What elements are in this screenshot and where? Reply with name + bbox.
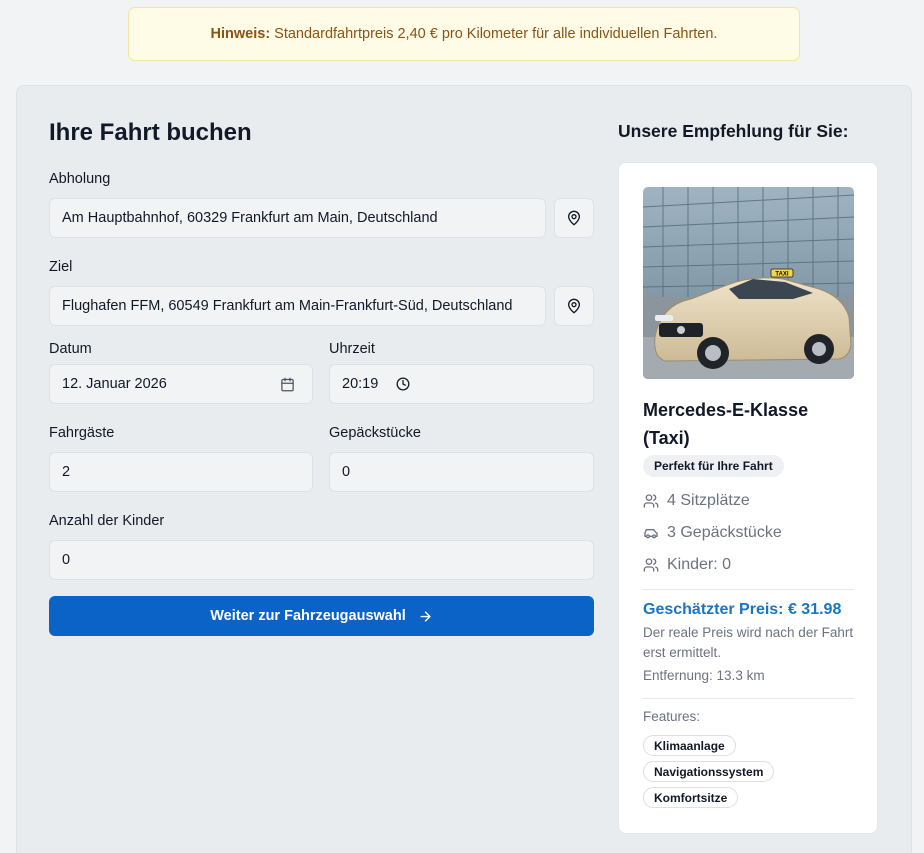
passengers-input[interactable]: 2 (49, 452, 313, 492)
price-note: Der reale Preis wird nach der Fahrt erst… (643, 625, 854, 660)
feature-tag: Klimaanlage (643, 735, 736, 756)
divider (643, 589, 854, 590)
time-label: Uhrzeit (329, 341, 375, 357)
time-value: 20:19 (342, 376, 379, 392)
divider (643, 698, 854, 699)
passengers-label: Fahrgäste (49, 425, 115, 441)
spec-children: Kinder: 0 (643, 556, 731, 574)
destination-location-button[interactable] (554, 286, 594, 326)
luggage-value: 0 (342, 464, 351, 480)
car-image: TAXI (643, 187, 854, 379)
feature-tag: Komfortsitze (643, 787, 739, 808)
notice-bold: Hinweis: (210, 26, 271, 42)
perfect-badge: Perfekt für Ihre Fahrt (643, 455, 784, 477)
users-icon (643, 558, 659, 572)
clock-icon[interactable] (396, 377, 410, 391)
luggage-text: 3 Gepäckstücke (667, 524, 782, 541)
page-title: Ihre Fahrt buchen (49, 119, 252, 146)
pickup-label: Abholung (49, 171, 111, 187)
luggage-input[interactable]: 0 (329, 452, 594, 492)
children-label: Anzahl der Kinder (49, 513, 165, 529)
map-pin-icon (568, 298, 580, 314)
recommendation-heading: Unsere Empfehlung für Sie: (618, 121, 849, 141)
feature-tag: Navigationssystem (643, 761, 775, 782)
children-input[interactable]: 0 (49, 540, 594, 580)
destination-label: Ziel (49, 259, 73, 275)
continue-button[interactable]: Weiter zur Fahrzeugauswahl (49, 596, 594, 636)
seats-text: 4 Sitzplätze (667, 492, 750, 509)
car-name: Mercedes-E-Klasse (Taxi) (643, 400, 809, 448)
spec-seats: 4 Sitzplätze (643, 492, 750, 510)
date-value: 12. Januar 2026 (62, 376, 167, 392)
passengers-value: 2 (62, 464, 71, 480)
taxi-sign-text: TAXI (775, 272, 789, 278)
spec-luggage: 3 Gepäckstücke (643, 524, 782, 542)
distance-text: Entfernung: 13.3 km (643, 668, 765, 683)
pickup-value: Am Hauptbahnhof, 60329 Frankfurt am Main… (62, 210, 438, 226)
info-notice: Hinweis: Standardfahrtpreis 2,40 € pro K… (128, 7, 800, 61)
date-input[interactable]: 12. Januar 2026 (49, 364, 313, 404)
arrow-right-icon (420, 610, 431, 622)
calendar-icon[interactable] (280, 377, 295, 392)
map-pin-icon (568, 210, 580, 226)
estimated-price: Geschätzter Preis: € 31.98 (643, 601, 842, 618)
luggage-label: Gepäckstücke (329, 425, 421, 441)
destination-input[interactable]: Flughafen FFM, 60549 Frankfurt am Main-F… (49, 286, 546, 326)
car-icon (644, 529, 658, 539)
notice-text: Standardfahrtpreis 2,40 € pro Kilometer … (274, 26, 718, 42)
time-input[interactable]: 20:19 (329, 364, 594, 404)
users-icon (643, 494, 659, 508)
pickup-input[interactable]: Am Hauptbahnhof, 60329 Frankfurt am Main… (49, 198, 546, 238)
recommendation-card: TAXI Mercedes-E-Klasse (Taxi) Perfekt fü… (618, 162, 878, 834)
children-text: Kinder: 0 (667, 556, 732, 573)
continue-button-label: Weiter zur Fahrzeugauswahl (210, 608, 406, 624)
destination-value: Flughafen FFM, 60549 Frankfurt am Main-F… (62, 298, 513, 314)
pickup-location-button[interactable] (554, 198, 594, 238)
date-label: Datum (49, 341, 92, 357)
children-value: 0 (62, 552, 71, 568)
features-label: Features: (643, 709, 701, 724)
